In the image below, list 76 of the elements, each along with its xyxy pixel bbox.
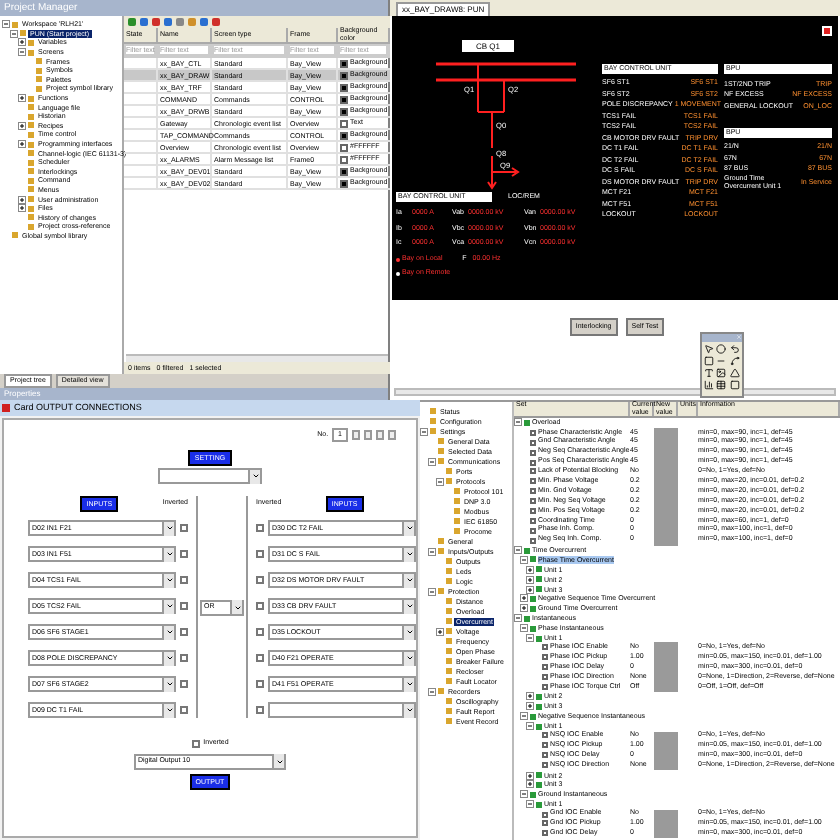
tool-icon[interactable] <box>704 380 714 390</box>
collapse-icon[interactable] <box>526 634 534 643</box>
card-icon <box>2 404 10 412</box>
collapse-icon[interactable] <box>526 800 534 809</box>
collapse-icon[interactable] <box>428 547 436 555</box>
new-value-field[interactable] <box>654 828 678 839</box>
title-box <box>462 40 514 52</box>
expand-icon[interactable] <box>526 585 534 594</box>
setting-dropdown[interactable] <box>158 468 262 485</box>
collapse-icon[interactable] <box>520 790 528 799</box>
collapse-icon[interactable] <box>428 587 436 595</box>
new-value-field[interactable] <box>654 535 678 546</box>
expand-icon[interactable] <box>18 140 26 149</box>
checkbox[interactable] <box>191 739 200 748</box>
new-value-field[interactable] <box>654 760 678 771</box>
expand-icon[interactable] <box>520 604 528 613</box>
tool-icon[interactable] <box>729 356 740 366</box>
collapse-icon[interactable] <box>10 29 18 38</box>
expand-icon[interactable] <box>18 38 26 47</box>
checkbox[interactable] <box>180 654 188 663</box>
collapse-icon[interactable] <box>514 546 522 555</box>
checkbox[interactable] <box>180 602 188 611</box>
checkbox[interactable] <box>180 628 188 637</box>
collapse-icon[interactable] <box>18 48 26 57</box>
tool-icon[interactable] <box>704 368 714 378</box>
tool-icon[interactable] <box>716 380 727 390</box>
collapse-icon[interactable] <box>520 624 528 633</box>
collapse-icon[interactable] <box>526 722 534 731</box>
checkbox[interactable] <box>256 654 264 663</box>
expand-icon[interactable] <box>526 780 534 789</box>
input-dropdown[interactable] <box>268 702 416 719</box>
new-value-field[interactable] <box>654 682 678 692</box>
checkbox[interactable] <box>180 550 188 559</box>
expand-icon[interactable] <box>18 204 26 213</box>
new-value-field[interactable] <box>654 809 678 820</box>
expand-icon[interactable] <box>18 121 26 130</box>
scrollbar[interactable] <box>394 388 836 396</box>
checkbox[interactable] <box>256 602 264 611</box>
tool-icon[interactable] <box>716 368 727 378</box>
collapse-icon[interactable] <box>428 457 436 465</box>
new-value-field[interactable] <box>654 427 678 438</box>
scrollbar[interactable] <box>126 354 388 362</box>
expand-icon[interactable] <box>436 627 444 635</box>
collapse-icon[interactable] <box>420 427 428 435</box>
checkbox[interactable] <box>180 706 188 715</box>
alarm-icon[interactable] <box>822 26 832 36</box>
tool-icon[interactable] <box>729 344 740 354</box>
checkbox[interactable] <box>256 524 264 533</box>
collapse-icon[interactable] <box>520 555 528 564</box>
new-value-field[interactable] <box>654 731 678 741</box>
collapse-icon[interactable] <box>436 477 444 485</box>
expand-icon[interactable] <box>18 94 26 103</box>
new-value-field[interactable] <box>654 642 678 653</box>
expand-icon[interactable] <box>18 195 26 204</box>
collapse-icon[interactable] <box>520 712 528 721</box>
checkbox[interactable] <box>256 706 264 715</box>
checkbox[interactable] <box>256 550 264 559</box>
checkbox[interactable] <box>180 524 188 533</box>
collapse-icon[interactable] <box>514 614 522 623</box>
expand-icon[interactable] <box>526 702 534 711</box>
collapse-icon[interactable] <box>428 687 436 695</box>
checkbox[interactable] <box>256 680 264 689</box>
expand-icon[interactable] <box>526 565 534 574</box>
folder-icon <box>12 232 18 239</box>
collapse-icon[interactable] <box>2 20 10 29</box>
expand-icon[interactable] <box>526 692 534 701</box>
expand-icon[interactable] <box>526 575 534 584</box>
checkbox[interactable] <box>256 628 264 637</box>
single-line-diagram-drawing <box>436 62 576 190</box>
collapse-icon[interactable] <box>514 418 522 427</box>
checkbox[interactable] <box>256 576 264 585</box>
checkbox[interactable] <box>180 576 188 585</box>
expand-icon[interactable] <box>520 594 528 603</box>
expand-icon[interactable] <box>526 771 534 779</box>
group-icon <box>524 419 530 426</box>
checkbox[interactable] <box>180 680 188 689</box>
